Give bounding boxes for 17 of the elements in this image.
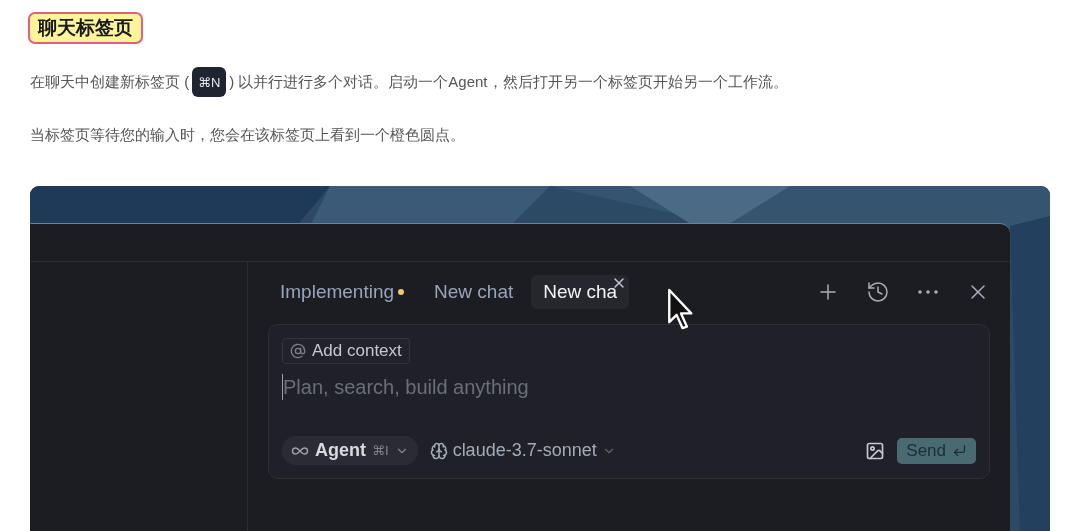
image-icon[interactable] bbox=[865, 440, 886, 461]
at-sign-icon bbox=[290, 343, 306, 359]
model-selector[interactable]: claude-3.7-sonnet bbox=[429, 440, 616, 461]
paragraph-text: ) 以并行进行多个对话。启动一个Agent，然后打开另一个标签页开始另一个工作流。 bbox=[229, 72, 788, 92]
chat-tab[interactable]: Implementing bbox=[268, 275, 417, 309]
section-heading: 聊天标签页 bbox=[28, 12, 143, 44]
paragraph: 当标签页等待您的输入时，您会在该标签页上看到一个橙色圆点。 bbox=[30, 125, 465, 145]
shortcut-key: ⌘N bbox=[192, 67, 227, 97]
enter-key-icon bbox=[952, 443, 967, 458]
prompt-input[interactable]: Plan, search, build anything bbox=[282, 374, 976, 400]
chat-tab[interactable]: New cha bbox=[531, 275, 630, 309]
paragraph-text: 在聊天中创建新标签页 ( bbox=[30, 72, 190, 92]
more-icon bbox=[918, 290, 938, 294]
mode-selector[interactable]: Agent ⌘I bbox=[282, 436, 418, 465]
add-context-button[interactable]: Add context bbox=[282, 338, 410, 364]
chat-tab[interactable]: New chat bbox=[422, 275, 526, 309]
brain-icon bbox=[429, 441, 448, 460]
